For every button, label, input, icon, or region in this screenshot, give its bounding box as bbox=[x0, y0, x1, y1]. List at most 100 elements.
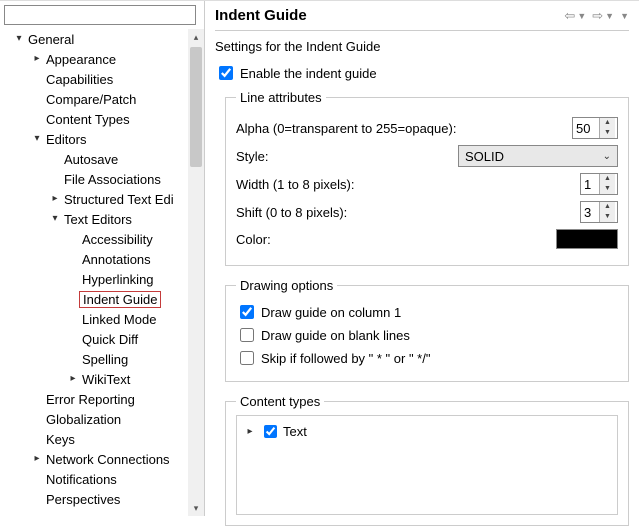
scrollbar-vertical[interactable]: ▴ ▾ bbox=[188, 29, 204, 516]
content-types-list: ▸ Text bbox=[236, 415, 618, 515]
tree-label: Perspectives bbox=[44, 492, 122, 507]
arrow-right-icon: ⇨ bbox=[592, 8, 603, 24]
width-spinner[interactable]: ▲▼ bbox=[580, 173, 618, 195]
line-attributes-group: Line attributes Alpha (0=transparent to … bbox=[225, 90, 629, 266]
tree-label: Spelling bbox=[80, 352, 130, 367]
width-input[interactable] bbox=[581, 177, 599, 192]
chevron-down-icon: ▾ bbox=[48, 214, 62, 224]
alpha-spinner[interactable]: ▲▼ bbox=[572, 117, 618, 139]
chevron-right-icon: ▸ bbox=[30, 54, 44, 64]
tree-label: Accessibility bbox=[80, 232, 155, 247]
tree-node-compare[interactable]: Compare/Patch bbox=[0, 89, 204, 109]
shift-spinner[interactable]: ▲▼ bbox=[580, 201, 618, 223]
tree-label: Linked Mode bbox=[80, 312, 158, 327]
tree-node-notifications[interactable]: Notifications bbox=[0, 469, 204, 489]
tree-node-globalization[interactable]: Globalization bbox=[0, 409, 204, 429]
spinner-up-icon[interactable]: ▲ bbox=[600, 202, 615, 212]
tree-node-quickdiff[interactable]: Quick Diff bbox=[0, 329, 204, 349]
forward-button[interactable]: ⇨▼ bbox=[592, 8, 614, 24]
content-type-item[interactable]: ▸ Text bbox=[243, 422, 611, 441]
tree-label: Autosave bbox=[62, 152, 120, 167]
tree-node-editors[interactable]: ▾ Editors bbox=[0, 129, 204, 149]
dropdown-arrow-icon: ▼ bbox=[620, 11, 629, 21]
tree-node-network[interactable]: ▸ Network Connections bbox=[0, 449, 204, 469]
tree-label: Text Editors bbox=[62, 212, 134, 227]
tree-node-wikitext[interactable]: ▸ WikiText bbox=[0, 369, 204, 389]
tree-label: Network Connections bbox=[44, 452, 172, 467]
tree-node-errorreporting[interactable]: Error Reporting bbox=[0, 389, 204, 409]
tree-label: Editors bbox=[44, 132, 88, 147]
tree-node-keys[interactable]: Keys bbox=[0, 429, 204, 449]
draw-blank-checkbox[interactable] bbox=[240, 328, 254, 342]
tree-node-indentguide[interactable]: Indent Guide bbox=[0, 289, 204, 309]
drawing-options-group: Drawing options Draw guide on column 1 D… bbox=[225, 278, 629, 382]
content-type-checkbox[interactable] bbox=[264, 425, 277, 438]
scroll-up-icon[interactable]: ▴ bbox=[188, 29, 204, 45]
spinner-down-icon[interactable]: ▼ bbox=[600, 212, 615, 222]
chevron-down-icon: ▾ bbox=[12, 34, 26, 44]
scroll-down-icon[interactable]: ▾ bbox=[188, 500, 204, 516]
page-description: Settings for the Indent Guide bbox=[215, 39, 629, 54]
page-title: Indent Guide bbox=[215, 7, 307, 24]
enable-label: Enable the indent guide bbox=[240, 66, 377, 81]
enable-checkbox[interactable] bbox=[219, 66, 233, 80]
tree-node-fileassoc[interactable]: File Associations bbox=[0, 169, 204, 189]
color-swatch[interactable] bbox=[556, 229, 618, 249]
skip-checkbox[interactable] bbox=[240, 351, 254, 365]
style-value: SOLID bbox=[465, 149, 504, 164]
tree-node-contenttypes[interactable]: Content Types bbox=[0, 109, 204, 129]
tree-label: Hyperlinking bbox=[80, 272, 156, 287]
tree-label: Structured Text Edi bbox=[62, 192, 176, 207]
spinner-down-icon[interactable]: ▼ bbox=[600, 184, 615, 194]
shift-input[interactable] bbox=[581, 205, 599, 220]
tree-label: Annotations bbox=[80, 252, 153, 267]
tree-node-annotations[interactable]: Annotations bbox=[0, 249, 204, 269]
tree-node-appearance[interactable]: ▸ Appearance bbox=[0, 49, 204, 69]
tree-node-general[interactable]: ▾ General bbox=[0, 29, 204, 49]
tree-node-texteditors[interactable]: ▾ Text Editors bbox=[0, 209, 204, 229]
tree-node-hyperlinking[interactable]: Hyperlinking bbox=[0, 269, 204, 289]
tree-label: Quick Diff bbox=[80, 332, 140, 347]
chevron-down-icon: ▾ bbox=[30, 134, 44, 144]
tree-node-capabilities[interactable]: Capabilities bbox=[0, 69, 204, 89]
tree-node-autosave[interactable]: Autosave bbox=[0, 149, 204, 169]
tree-label: Keys bbox=[44, 432, 77, 447]
menu-button[interactable]: ▼ bbox=[620, 8, 629, 24]
chevron-right-icon: ▸ bbox=[243, 427, 257, 437]
draw-col1-checkbox[interactable] bbox=[240, 305, 254, 319]
spinner-up-icon[interactable]: ▲ bbox=[600, 118, 615, 128]
back-button[interactable]: ⇦▼ bbox=[564, 8, 586, 24]
tree-node-structured[interactable]: ▸ Structured Text Edi bbox=[0, 189, 204, 209]
drawing-options-legend: Drawing options bbox=[236, 278, 337, 293]
tree-label: Capabilities bbox=[44, 72, 115, 87]
dropdown-arrow-icon: ▼ bbox=[605, 11, 614, 21]
tree-node-linkedmode[interactable]: Linked Mode bbox=[0, 309, 204, 329]
draw-col1-row[interactable]: Draw guide on column 1 bbox=[236, 302, 618, 322]
spinner-up-icon[interactable]: ▲ bbox=[600, 174, 615, 184]
tree-node-accessibility[interactable]: Accessibility bbox=[0, 229, 204, 249]
dropdown-arrow-icon: ▼ bbox=[577, 11, 586, 21]
enable-checkbox-row[interactable]: Enable the indent guide bbox=[215, 63, 629, 83]
line-attributes-legend: Line attributes bbox=[236, 90, 326, 105]
tree-label: Notifications bbox=[44, 472, 119, 487]
shift-label: Shift (0 to 8 pixels): bbox=[236, 205, 580, 220]
chevron-right-icon: ▸ bbox=[48, 194, 62, 204]
tree-node-perspectives[interactable]: Perspectives bbox=[0, 489, 204, 509]
scroll-thumb[interactable] bbox=[190, 47, 202, 167]
alpha-input[interactable] bbox=[573, 121, 599, 136]
tree-label: Globalization bbox=[44, 412, 123, 427]
tree-node-spelling[interactable]: Spelling bbox=[0, 349, 204, 369]
preferences-tree: ▾ General ▸ Appearance Capabilities Comp… bbox=[0, 27, 204, 509]
draw-blank-row[interactable]: Draw guide on blank lines bbox=[236, 325, 618, 345]
style-label: Style: bbox=[236, 149, 458, 164]
content-type-label: Text bbox=[283, 424, 307, 439]
arrow-left-icon: ⇦ bbox=[564, 8, 575, 24]
style-select[interactable]: SOLID ⌄ bbox=[458, 145, 618, 167]
alpha-label: Alpha (0=transparent to 255=opaque): bbox=[236, 121, 572, 136]
tree-label: Compare/Patch bbox=[44, 92, 138, 107]
skip-row[interactable]: Skip if followed by " * " or " */" bbox=[236, 348, 618, 368]
chevron-down-icon: ⌄ bbox=[603, 151, 611, 162]
chevron-right-icon: ▸ bbox=[66, 374, 80, 384]
filter-input[interactable] bbox=[4, 5, 196, 25]
spinner-down-icon[interactable]: ▼ bbox=[600, 128, 615, 138]
